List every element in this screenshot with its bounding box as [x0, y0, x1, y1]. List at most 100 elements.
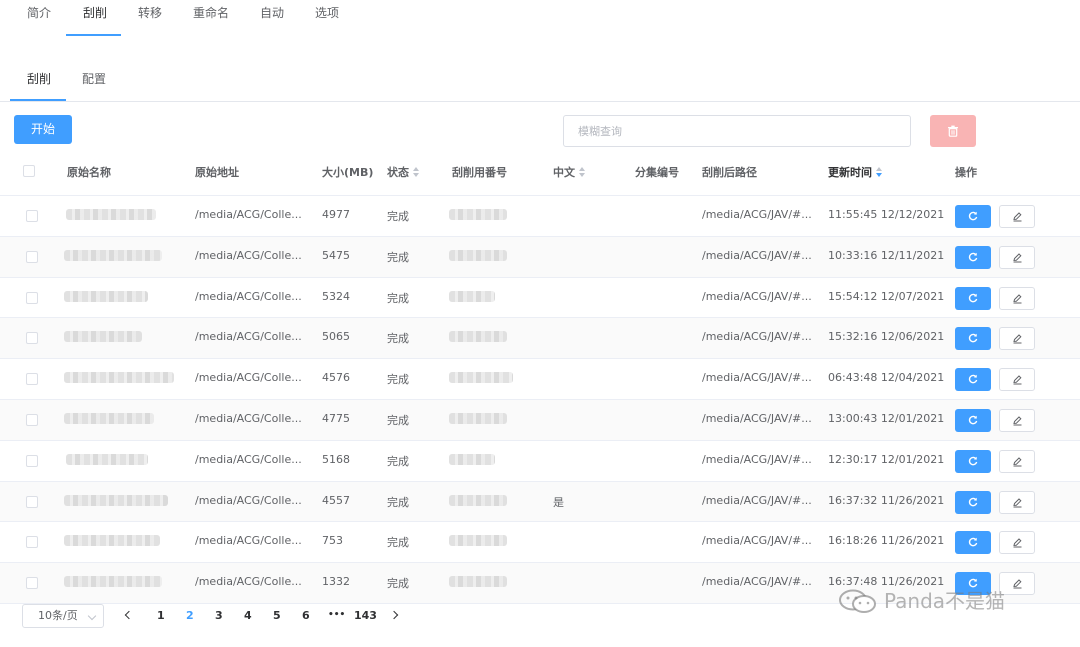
redacted-code	[449, 331, 507, 343]
refresh-button[interactable]	[955, 408, 991, 432]
cell-updated: 15:32:16 12/06/2021	[828, 330, 945, 344]
cell-updated: 12:30:17 12/01/2021	[828, 452, 945, 466]
row-checkbox[interactable]	[26, 332, 38, 345]
edit-button[interactable]	[999, 205, 1035, 228]
edit-button[interactable]	[999, 531, 1035, 555]
refresh-icon	[968, 538, 978, 547]
edit-button[interactable]	[999, 408, 1035, 432]
edit-button[interactable]	[999, 286, 1035, 310]
subtab-scrape[interactable]: 刮削	[27, 70, 51, 87]
redacted-code	[449, 576, 507, 588]
table-row: /media/ACG/Colle... 4775 完成 /media/ACG/J…	[0, 399, 1080, 441]
refresh-button[interactable]	[955, 449, 991, 473]
refresh-button[interactable]	[955, 531, 991, 555]
tab-scrape[interactable]: 刮削	[83, 4, 107, 21]
page-4[interactable]: 4	[244, 609, 252, 622]
refresh-icon	[968, 456, 978, 466]
page-2[interactable]: 2	[186, 609, 194, 622]
row-checkbox[interactable]	[26, 454, 38, 467]
cell-path: /media/ACG/Colle...	[195, 493, 302, 507]
tab-intro[interactable]: 简介	[27, 4, 51, 21]
refresh-button[interactable]	[955, 205, 991, 228]
edit-button[interactable]	[999, 327, 1035, 351]
redacted-name	[66, 453, 148, 465]
sort-caret-icon[interactable]	[413, 167, 420, 179]
subtab-config[interactable]: 配置	[82, 70, 106, 87]
row-checkbox[interactable]	[26, 536, 38, 549]
row-checkbox[interactable]	[26, 250, 38, 263]
page-ellipsis[interactable]: •••	[328, 610, 345, 620]
redacted-name	[64, 535, 160, 547]
cell-chinese: 是	[553, 495, 564, 509]
cell-size: 753	[322, 534, 343, 548]
refresh-button[interactable]	[955, 245, 991, 269]
tab-auto[interactable]: 自动	[260, 4, 284, 21]
top-tab-bar: 简介 刮削 转移 重命名 自动 选项	[0, 0, 1080, 37]
row-checkbox[interactable]	[26, 577, 38, 590]
refresh-icon	[968, 334, 978, 343]
tab-transfer[interactable]: 转移	[138, 4, 162, 21]
page-3[interactable]: 3	[215, 609, 223, 622]
sort-caret-icon[interactable]	[876, 167, 883, 179]
table-row: /media/ACG/Colle... 5475 完成 /media/ACG/J…	[0, 236, 1080, 278]
page-size-select[interactable]: 10条/页	[22, 604, 104, 628]
next-page-icon[interactable]	[389, 610, 399, 620]
delete-button[interactable]	[930, 115, 976, 147]
cell-status: 完成	[387, 413, 409, 427]
col-status[interactable]: 状态	[387, 164, 420, 180]
table-row: /media/ACG/Colle... 4557 完成 是 /media/ACG…	[0, 481, 1080, 523]
redacted-name	[64, 372, 174, 384]
cell-dest: /media/ACG/JAV/#...	[702, 289, 812, 303]
page-6[interactable]: 6	[302, 609, 310, 622]
col-chinese[interactable]: 中文	[553, 164, 586, 180]
edit-button[interactable]	[999, 490, 1035, 514]
edit-icon	[1013, 579, 1022, 589]
refresh-button[interactable]	[955, 286, 991, 310]
cell-dest: /media/ACG/JAV/#...	[702, 330, 812, 344]
refresh-button[interactable]	[955, 368, 991, 392]
redacted-name	[64, 576, 162, 588]
refresh-icon	[968, 252, 978, 262]
cell-updated: 15:54:12 12/07/2021	[828, 289, 945, 303]
select-all-checkbox[interactable]	[23, 165, 35, 177]
refresh-button[interactable]	[955, 327, 991, 351]
redacted-code	[449, 372, 513, 384]
sub-tab-bar: 刮削 配置	[0, 62, 1080, 102]
prev-page-icon[interactable]	[124, 610, 134, 620]
edit-icon	[1013, 253, 1022, 263]
search-input[interactable]	[563, 115, 911, 147]
tab-options[interactable]: 选项	[315, 4, 339, 21]
cell-size: 4977	[322, 208, 350, 221]
page-1[interactable]: 1	[157, 609, 165, 622]
cell-path: /media/ACG/Colle...	[195, 411, 302, 425]
cell-path: /media/ACG/Colle...	[195, 248, 302, 262]
cell-status: 完成	[387, 210, 409, 223]
row-checkbox[interactable]	[26, 413, 38, 426]
sort-caret-icon[interactable]	[579, 167, 586, 179]
tab-rename[interactable]: 重命名	[193, 4, 229, 21]
col-updated[interactable]: 更新时间	[828, 164, 883, 180]
refresh-button[interactable]	[955, 490, 991, 514]
cell-size: 5475	[322, 248, 350, 262]
page-last[interactable]: 143	[354, 609, 377, 622]
table-header: 原始名称 原始地址 大小(MB) 状态 刮削用番号 中文 分集编号 刮削后路径 …	[0, 155, 1080, 196]
cell-dest: /media/ACG/JAV/#...	[702, 411, 812, 425]
table-row: /media/ACG/Colle... 4977 完成 /media/ACG/J…	[0, 196, 1080, 237]
redacted-code	[449, 209, 507, 220]
page-5[interactable]: 5	[273, 609, 281, 622]
col-chinese-label: 中文	[553, 166, 575, 179]
edit-button[interactable]	[999, 368, 1035, 392]
row-checkbox[interactable]	[26, 373, 38, 386]
edit-button[interactable]	[999, 449, 1035, 473]
row-checkbox[interactable]	[26, 210, 38, 222]
start-button[interactable]: 开始	[14, 115, 72, 144]
page-size-value: 10条/页	[38, 609, 78, 622]
row-checkbox[interactable]	[26, 495, 38, 508]
edit-button[interactable]	[999, 245, 1035, 269]
cell-dest: /media/ACG/JAV/#...	[702, 371, 812, 385]
redacted-code	[449, 494, 507, 506]
cell-updated: 16:37:32 11/26/2021	[828, 493, 945, 507]
edit-icon	[1013, 334, 1022, 344]
row-checkbox[interactable]	[26, 291, 38, 304]
edit-icon	[1013, 293, 1022, 304]
